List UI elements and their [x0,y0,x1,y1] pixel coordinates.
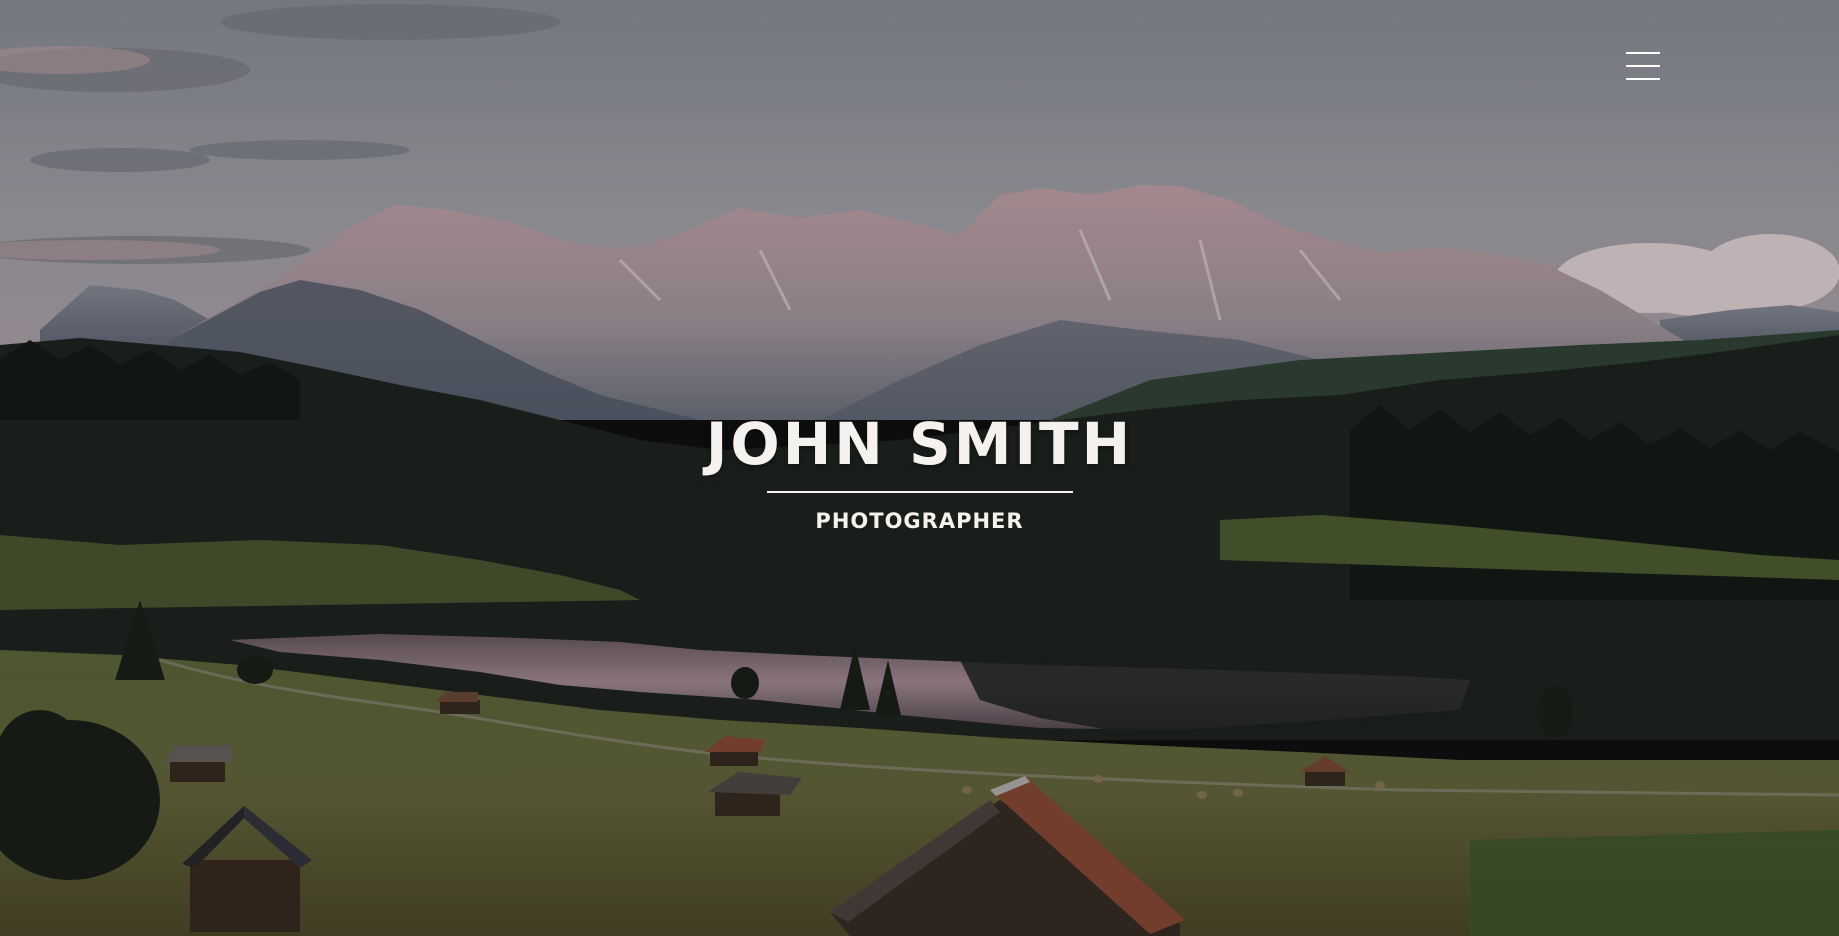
hero-role: PHOTOGRAPHER [815,509,1024,533]
hamburger-menu-icon-bar [1626,65,1660,67]
hero-section: JOHN SMITH PHOTOGRAPHER [0,0,1839,936]
hamburger-menu-button[interactable] [1618,46,1670,86]
hero-divider [766,491,1073,493]
hamburger-menu-icon-bar [1626,78,1660,80]
hero-title-block: JOHN SMITH PHOTOGRAPHER [0,410,1839,533]
hero-name: JOHN SMITH [705,410,1134,478]
hamburger-menu-icon [1626,52,1660,54]
